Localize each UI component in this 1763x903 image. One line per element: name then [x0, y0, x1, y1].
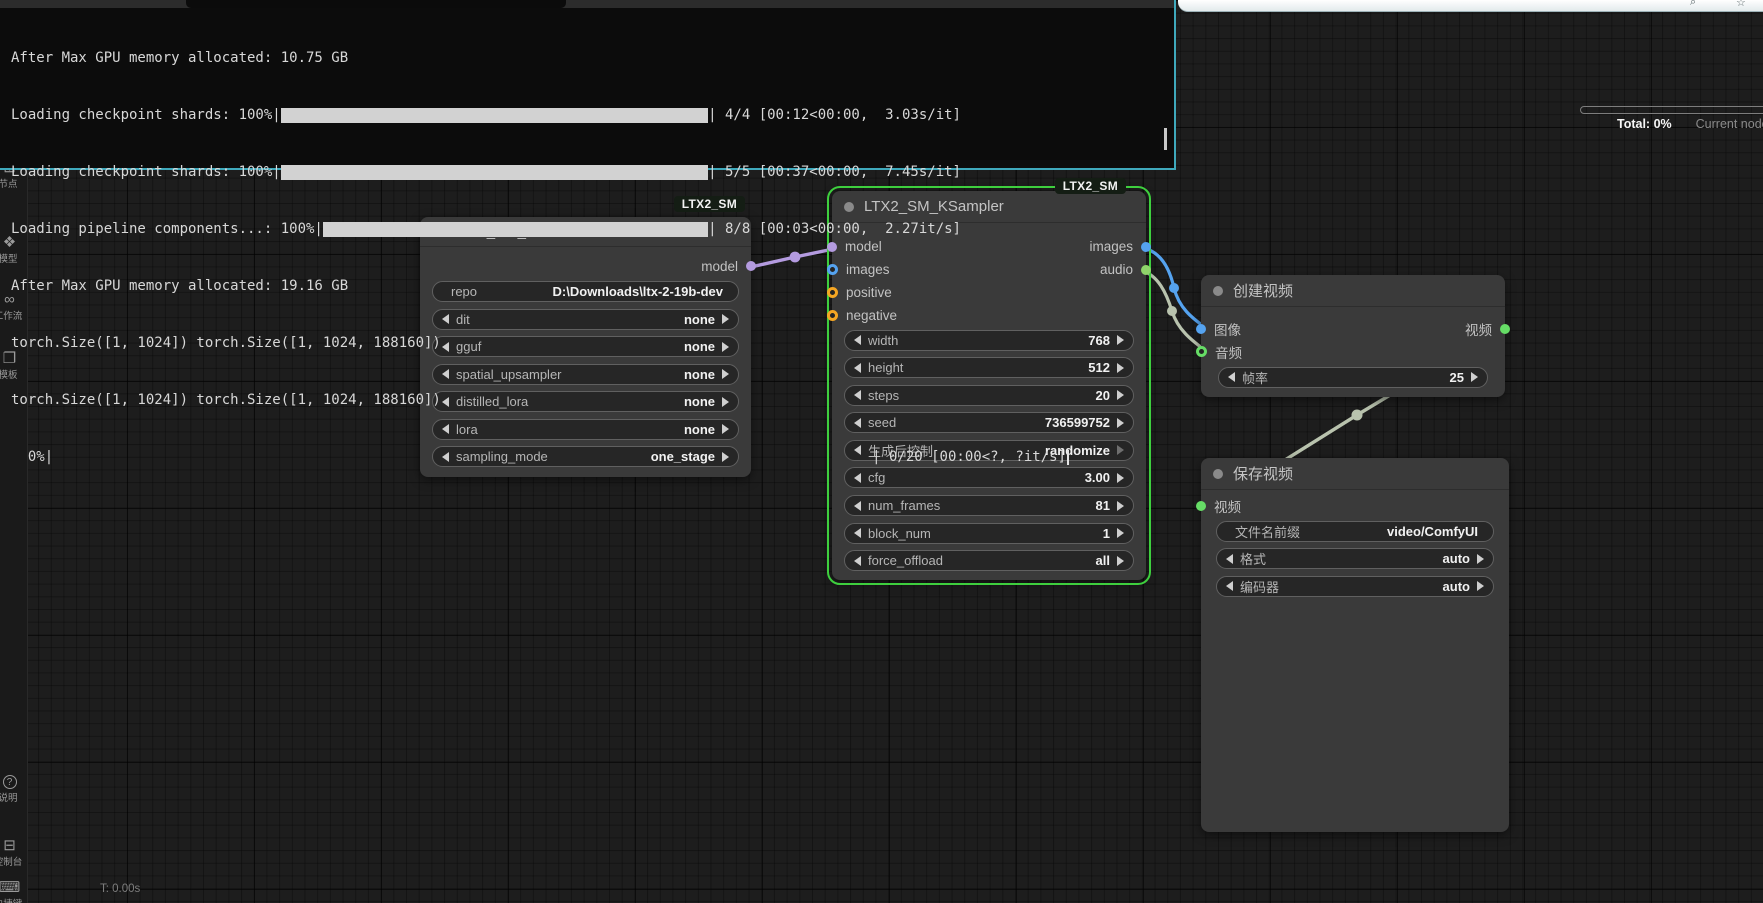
terminal-line: After Max GPU memory allocated: 19.16 GB: [11, 277, 1069, 296]
total-label: Total:: [1617, 117, 1650, 131]
decrement-arrow-icon[interactable]: [1226, 554, 1233, 564]
increment-arrow-icon[interactable]: [1117, 473, 1124, 483]
widget-block-num[interactable]: block_num 1: [844, 523, 1134, 544]
widget-filename-prefix[interactable]: 文件名前缀 video/ComfyUI: [1216, 521, 1494, 542]
sidebar-item-shortcuts[interactable]: ⌨ 快捷键: [0, 878, 28, 903]
terminal-line: torch.Size([1, 1024]) torch.Size([1, 102…: [11, 391, 1069, 410]
output-images[interactable]: images: [1089, 239, 1137, 254]
increment-arrow-icon[interactable]: [1117, 390, 1124, 400]
terminal-progress-line: 0%|| 0/20 [00:00<?, ?it/s]: [11, 448, 1069, 467]
bookmark-star-icon: ☆: [1736, 0, 1746, 9]
terminal-output: After Max GPU memory allocated: 10.75 GB…: [11, 11, 1069, 505]
terminal-line: torch.Size([1, 1024]) torch.Size([1, 102…: [11, 334, 1069, 353]
progress-bar-fill: [281, 108, 708, 123]
increment-arrow-icon[interactable]: [1117, 556, 1124, 566]
terminal-titlebar: [0, 0, 1174, 8]
terminal-tab[interactable]: [186, 0, 566, 8]
increment-arrow-icon[interactable]: [1471, 372, 1478, 382]
widget-format[interactable]: 格式 auto: [1216, 548, 1494, 569]
audio-slot-dot-icon[interactable]: [1141, 265, 1151, 275]
node-title-bar[interactable]: 创建视频: [1201, 275, 1505, 307]
decrement-arrow-icon[interactable]: [1226, 581, 1233, 591]
decrement-arrow-icon[interactable]: [854, 556, 861, 566]
total-progress-bar: [1580, 106, 1763, 114]
output-audio[interactable]: audio: [1100, 262, 1137, 277]
node-save-video[interactable]: 保存视频 视频 文件名前缀 video/ComfyUI 格式 auto 编码器 …: [1201, 458, 1509, 832]
terminal-cursor: [1067, 450, 1069, 465]
terminal-line: After Max GPU memory allocated: 10.75 GB: [11, 49, 1069, 68]
widget-force-offload[interactable]: force_offload all: [844, 550, 1134, 571]
video-slot-dot-icon[interactable]: [1500, 324, 1510, 334]
increment-arrow-icon[interactable]: [1117, 501, 1124, 511]
progress-bar-fill: [323, 222, 708, 237]
progress-bar-empty: [53, 450, 872, 465]
increment-arrow-icon[interactable]: [1477, 554, 1484, 564]
images-slot-dot-icon[interactable]: [1196, 324, 1206, 334]
sidebar-item-help[interactable]: ? 说明: [0, 772, 28, 804]
node-title: 创建视频: [1233, 280, 1293, 301]
terminal-progress-line: Loading checkpoint shards: 100%|| 4/4 [0…: [11, 106, 961, 125]
terminal-window[interactable]: After Max GPU memory allocated: 10.75 GB…: [0, 0, 1176, 170]
node-title: 保存视频: [1233, 463, 1293, 484]
video-preview-area: [1201, 604, 1509, 824]
increment-arrow-icon[interactable]: [1117, 445, 1124, 455]
console-icon: ⊟: [0, 836, 28, 854]
video-slot-dot-icon[interactable]: [1196, 501, 1206, 511]
browser-window-edge: ⌕ ☆: [1178, 0, 1763, 12]
collapse-dot-icon[interactable]: [1213, 286, 1223, 296]
input-video[interactable]: 视频: [1210, 496, 1241, 516]
increment-arrow-icon[interactable]: [1117, 363, 1124, 373]
input-image[interactable]: 图像: [1210, 319, 1241, 339]
total-value: 0%: [1654, 117, 1672, 131]
increment-arrow-icon[interactable]: [1117, 335, 1124, 345]
widget-frame-rate[interactable]: 帧率 25: [1218, 367, 1488, 388]
decrement-arrow-icon[interactable]: [854, 528, 861, 538]
keyboard-icon: ⌨: [0, 878, 28, 896]
output-video[interactable]: 视频: [1465, 319, 1496, 339]
progress-bar-fill: [281, 165, 708, 180]
node-title-bar[interactable]: 保存视频: [1201, 458, 1509, 490]
images-slot-dot-icon[interactable]: [1141, 242, 1151, 252]
sidebar-item-console[interactable]: ⊟ 控制台: [0, 836, 28, 868]
widget-encoder[interactable]: 编码器 auto: [1216, 576, 1494, 597]
search-icon: ⌕: [1690, 0, 1696, 9]
help-icon: ?: [3, 775, 17, 789]
terminal-progress-line: Loading pipeline components...: 100%|| 8…: [11, 220, 961, 239]
increment-arrow-icon[interactable]: [1117, 418, 1124, 428]
audio-slot-dot-icon[interactable]: [1196, 346, 1207, 357]
increment-arrow-icon[interactable]: [1117, 528, 1124, 538]
render-timer: T: 0.00s: [100, 883, 140, 895]
current-node-label: Current node: LT: [1696, 117, 1763, 131]
decrement-arrow-icon[interactable]: [1228, 372, 1235, 382]
node-create-video[interactable]: 创建视频 图像 视频 音频 帧率 25: [1201, 275, 1505, 397]
increment-arrow-icon[interactable]: [1477, 581, 1484, 591]
terminal-progress-line: Loading checkpoint shards: 100%|| 5/5 [0…: [11, 163, 961, 182]
collapse-dot-icon[interactable]: [1213, 469, 1223, 479]
input-audio[interactable]: 音频: [1210, 342, 1242, 362]
execution-status: Total: 0% Current node: LT: [1617, 117, 1763, 131]
terminal-scrollbar[interactable]: [1164, 128, 1167, 150]
